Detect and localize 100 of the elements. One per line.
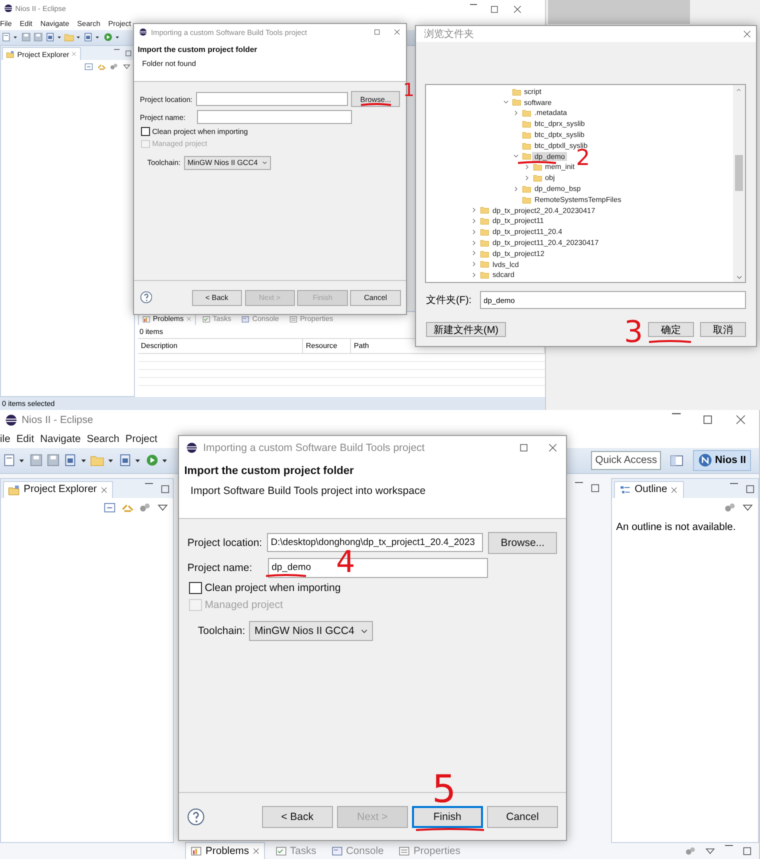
run-icon	[102, 32, 113, 43]
minimize-icon	[470, 4, 478, 6]
close-icon	[100, 486, 108, 494]
menu-item[interactable]: Search	[86, 434, 120, 444]
minimize-icon	[672, 413, 682, 415]
ok-button[interactable]: 确定	[648, 322, 694, 337]
checkbox-label: Clean project when importing	[204, 582, 341, 594]
checkbox-label: Managed project	[204, 599, 283, 612]
toolbar-button[interactable]	[32, 32, 44, 43]
scrollbar-thumb[interactable]	[735, 155, 743, 191]
maximize-icon	[701, 413, 714, 427]
close-icon	[512, 4, 523, 15]
caret-icon	[94, 34, 101, 41]
collapse-all-icon	[84, 62, 94, 72]
new-file-icon	[2, 453, 16, 468]
toolbar-button[interactable]	[102, 32, 120, 43]
toolbar-button[interactable]	[20, 32, 31, 43]
c-file-icon	[44, 32, 56, 43]
menu-item[interactable]: ile	[0, 434, 10, 444]
maximize-icon	[518, 442, 530, 454]
toolbar-button[interactable]	[1, 32, 19, 43]
wizard-button[interactable]: Finish	[412, 806, 484, 828]
close-icon	[734, 413, 748, 427]
source-file-icon	[83, 32, 94, 43]
outline-message: An outline is not available.	[615, 520, 737, 535]
caret-icon	[12, 34, 19, 41]
caret-icon	[75, 34, 82, 41]
save-all-icon	[32, 32, 44, 43]
save-icon	[20, 32, 31, 43]
maximize-icon	[489, 4, 500, 15]
annotation-underline	[648, 339, 692, 344]
caret-icon	[56, 34, 62, 41]
toolbar-button[interactable]	[29, 453, 44, 468]
quick-access-field[interactable]: Quick Access	[591, 451, 662, 470]
gear-icon	[684, 844, 696, 858]
annotation-number: 2	[576, 148, 590, 170]
new-file-icon	[1, 32, 12, 43]
maximize-icon	[372, 28, 381, 37]
minimize-icon	[730, 483, 738, 484]
help-icon	[140, 291, 152, 304]
tasks-icon	[202, 314, 210, 324]
collapse-all-icon	[103, 501, 116, 514]
toolchain-dropdown[interactable]: MinGW Nios II GCC4	[249, 621, 374, 642]
maximize-icon	[744, 483, 756, 496]
view-tab[interactable]: Project Explorer	[3, 480, 114, 498]
checkbox[interactable]	[189, 582, 202, 594]
location-field[interactable]	[196, 92, 348, 106]
page-heading: Import the custom project folder	[184, 465, 354, 478]
maximize-icon	[588, 482, 601, 494]
field-label: Project location:	[187, 536, 262, 549]
help-icon	[187, 808, 206, 826]
close-icon	[71, 51, 78, 57]
toolbar-button[interactable]	[118, 453, 142, 468]
new-folder-button[interactable]: 新建文件夹(M)	[426, 322, 506, 337]
properties-icon	[289, 314, 298, 324]
menu-item[interactable]: Edit	[16, 434, 34, 444]
name-field[interactable]	[196, 110, 352, 124]
checkbox[interactable]	[141, 127, 150, 136]
caret-icon	[260, 158, 268, 166]
save-all-icon	[46, 453, 61, 468]
gear-icon	[138, 501, 152, 514]
eclipse-icon	[186, 442, 198, 454]
annotation-number: 1	[403, 82, 414, 100]
maximize-icon	[740, 844, 753, 858]
view-tab[interactable]: Outline	[614, 480, 684, 498]
wizard-button[interactable]: Cancel	[486, 806, 558, 828]
source-file-icon	[118, 453, 132, 468]
field-label: 文件夹(F):	[426, 294, 472, 307]
eclipse-icon	[5, 414, 18, 426]
scrollbar[interactable]	[733, 85, 745, 282]
wizard-button[interactable]: < Back	[262, 806, 333, 828]
toolbar-button[interactable]	[46, 453, 61, 468]
link-icon	[96, 62, 106, 72]
toolbar-button[interactable]	[63, 453, 88, 468]
cancel-button[interactable]: 取消	[700, 322, 746, 337]
new-folder-icon	[90, 453, 105, 468]
close-icon	[546, 442, 558, 454]
gear-icon	[723, 501, 736, 514]
browse-button[interactable]: Browse...	[488, 532, 558, 554]
close-icon	[392, 28, 401, 37]
window-title: Nios II - Eclipse	[22, 414, 94, 426]
perspective-icon	[698, 453, 712, 468]
annotation-number: 5	[432, 770, 456, 808]
field-label: Toolchain:	[198, 625, 246, 638]
close-icon	[742, 28, 752, 40]
new-folder-icon	[64, 32, 74, 43]
problems-icon	[142, 314, 151, 324]
menu-item[interactable]: Navigate	[40, 434, 81, 444]
dialog-title: 浏览文件夹	[424, 28, 474, 41]
toolbar-button[interactable]	[83, 32, 101, 43]
close-icon	[252, 847, 260, 856]
perspective-button[interactable]: Nios II	[692, 450, 751, 471]
c-file-icon	[63, 453, 78, 468]
console-icon	[241, 314, 250, 324]
toolbar-button[interactable]	[44, 32, 62, 43]
gear-icon	[109, 62, 119, 72]
close-icon	[186, 316, 192, 322]
minimize-icon	[144, 483, 153, 484]
view-tab[interactable]: Problems	[185, 842, 266, 859]
menu-item[interactable]: Project	[125, 434, 158, 444]
